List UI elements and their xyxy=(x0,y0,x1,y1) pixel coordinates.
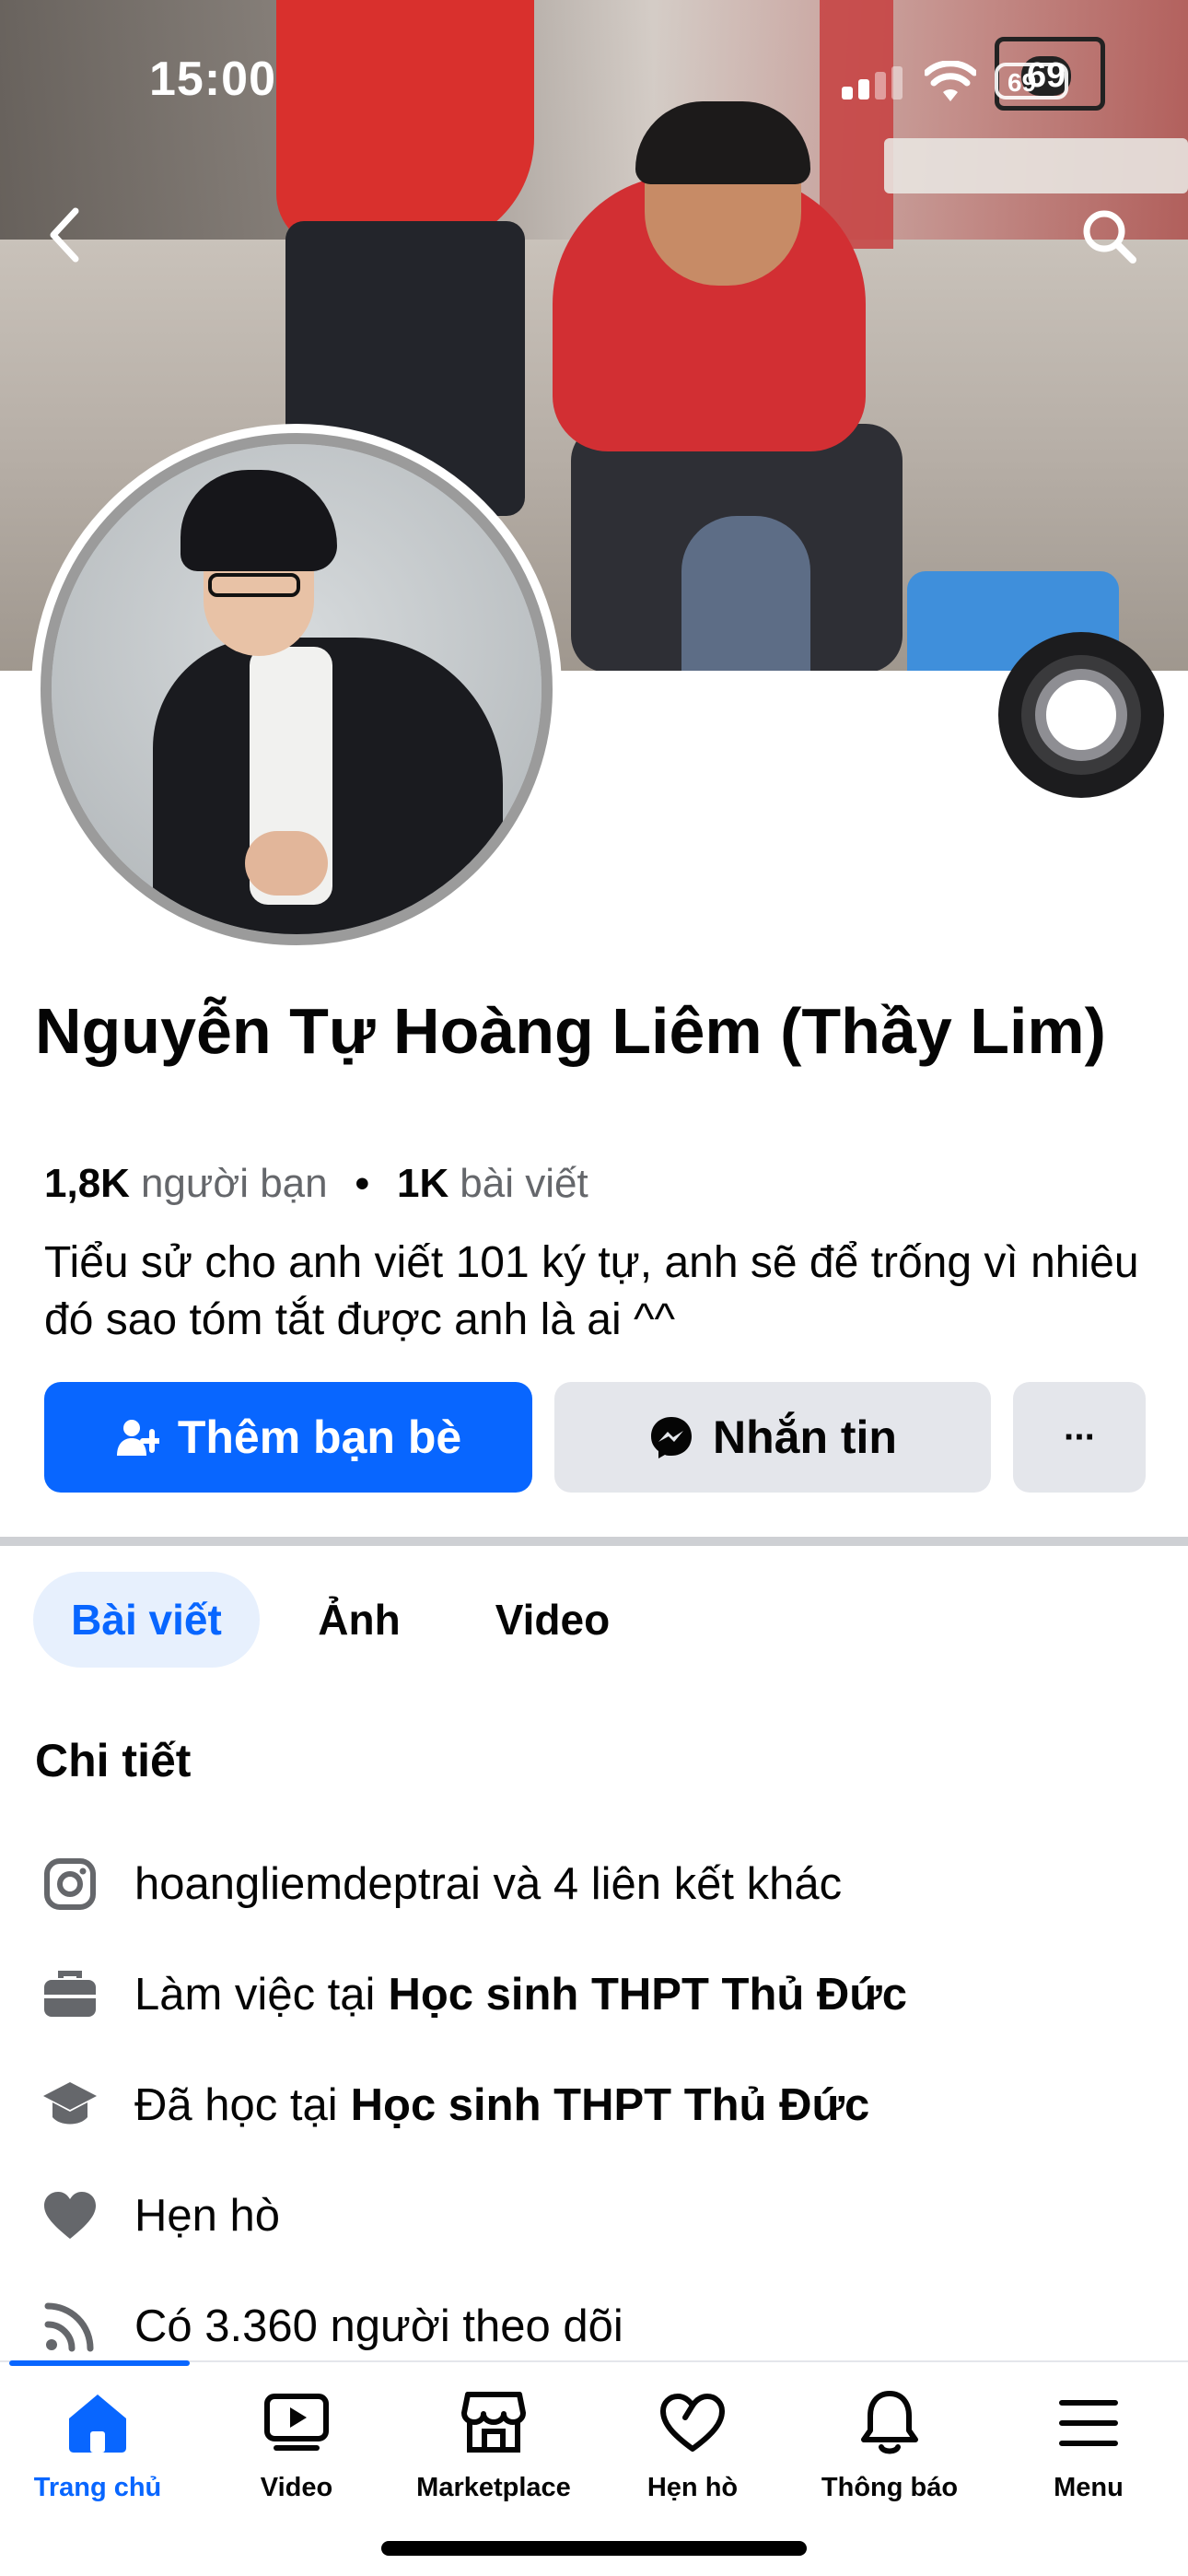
detail-dating[interactable]: Hẹn hò xyxy=(41,2174,1164,2257)
dating-heart-icon xyxy=(656,2386,729,2460)
cellular-signal-icon xyxy=(842,66,903,100)
nav-home[interactable]: Trang chủ xyxy=(6,2386,190,2524)
heart-icon xyxy=(41,2186,99,2245)
profile-stats: 1,8K người bạn • 1K bài viết xyxy=(44,1161,588,1207)
detail-work: Làm việc tại Học sinh THPT Thủ Đức xyxy=(41,1953,1164,2036)
home-indicator[interactable] xyxy=(381,2541,807,2556)
more-options-button[interactable]: ··· xyxy=(1013,1382,1146,1493)
message-button[interactable]: Nhắn tin xyxy=(554,1382,991,1493)
nav-menu[interactable]: Menu xyxy=(996,2386,1181,2524)
home-icon xyxy=(61,2386,134,2460)
graduation-cap-icon xyxy=(41,2076,99,2135)
battery-indicator: 69 xyxy=(995,63,1068,100)
instagram-icon xyxy=(41,1855,99,1914)
message-label: Nhắn tin xyxy=(713,1411,897,1463)
profile-avatar[interactable] xyxy=(41,433,553,945)
tab-posts[interactable]: Bài viết xyxy=(33,1572,260,1668)
more-dots-icon: ··· xyxy=(1064,1416,1097,1458)
detail-instagram[interactable]: hoangliemdeptrai và 4 liên kết khác xyxy=(41,1843,1164,1926)
workplace-name[interactable]: Học sinh THPT Thủ Đức xyxy=(388,1969,907,2020)
cover-person-shirt xyxy=(276,0,534,249)
menu-icon xyxy=(1052,2386,1125,2460)
tab-photos[interactable]: Ảnh xyxy=(304,1572,414,1668)
add-friend-label: Thêm bạn bè xyxy=(177,1411,462,1463)
profile-name: Nguyễn Tự Hoàng Liêm (Thầy Lim) xyxy=(35,995,1106,1067)
cover-pillar xyxy=(820,0,893,249)
friends-count[interactable]: 1,8K xyxy=(44,1161,130,1207)
back-button[interactable] xyxy=(37,203,92,267)
search-button[interactable] xyxy=(1076,203,1142,269)
active-tab-indicator xyxy=(9,2360,190,2366)
battery-level: 69 xyxy=(1007,68,1037,97)
detail-education: Đã học tại Học sinh THPT Thủ Đức xyxy=(41,2064,1164,2147)
bell-icon xyxy=(853,2386,926,2460)
wifi-icon xyxy=(925,61,976,101)
nav-video[interactable]: Video xyxy=(204,2386,389,2524)
tab-video[interactable]: Video xyxy=(479,1572,626,1668)
detail-followers[interactable]: Có 3.360 người theo dõi xyxy=(41,2285,1164,2368)
camera-icon xyxy=(1021,655,1141,775)
marketplace-icon xyxy=(457,2386,530,2460)
rss-icon xyxy=(41,2297,99,2356)
stats-separator: • xyxy=(355,1161,370,1206)
profile-bio: Tiểu sử cho anh viết 101 ký tự, anh sẽ đ… xyxy=(44,1238,1139,1344)
nav-notifications[interactable]: Thông báo xyxy=(798,2386,982,2524)
cover-bag xyxy=(681,516,810,671)
status-time: 15:00 xyxy=(149,53,276,106)
chevron-left-icon xyxy=(50,207,79,263)
posts-count: 1K xyxy=(397,1161,449,1206)
briefcase-icon xyxy=(41,1965,99,2024)
nav-dating[interactable]: Hẹn hò xyxy=(600,2386,785,2524)
section-divider xyxy=(0,1537,1188,1546)
details-title: Chi tiết xyxy=(35,1735,192,1786)
search-icon xyxy=(1083,210,1136,263)
posts-label: bài viết xyxy=(460,1161,588,1206)
cover-bench xyxy=(884,138,1188,193)
messenger-icon xyxy=(651,1417,692,1458)
video-icon xyxy=(260,2386,333,2460)
add-friend-button[interactable]: Thêm bạn bè xyxy=(44,1382,532,1493)
nav-marketplace[interactable]: Marketplace xyxy=(402,2386,586,2524)
school-name[interactable]: Học sinh THPT Thủ Đức xyxy=(351,2079,870,2131)
add-friend-icon xyxy=(116,1420,159,1456)
cover-camera-button[interactable] xyxy=(998,632,1164,798)
friends-label[interactable]: người bạn xyxy=(141,1161,328,1207)
